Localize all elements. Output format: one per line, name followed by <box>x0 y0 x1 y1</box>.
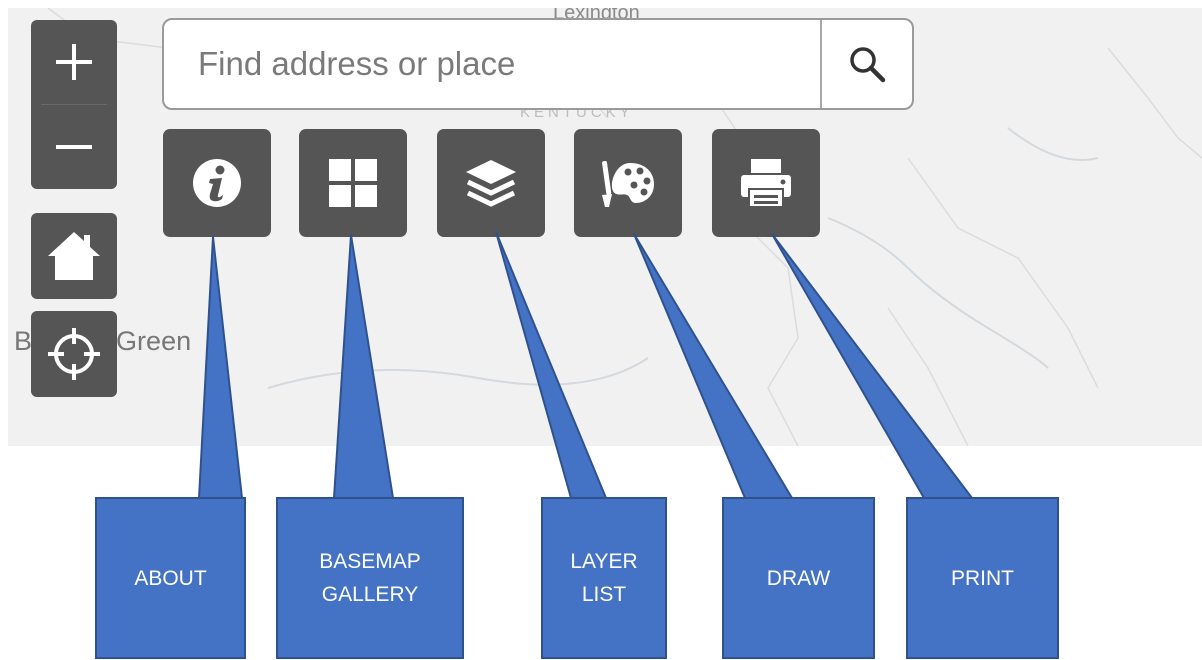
callout-layer-line: LIST <box>581 583 627 606</box>
callout-pointer-about <box>198 236 243 499</box>
callout-basemap-line: BASEMAP <box>319 550 421 573</box>
callout-layer-list: LAYER LIST <box>541 497 667 659</box>
callout-print: PRINT <box>906 497 1059 659</box>
callout-about: ABOUT <box>95 497 246 659</box>
callout-basemap-line: GALLERY <box>321 583 419 606</box>
callout-layer-line: LAYER <box>570 550 638 573</box>
callout-pointer-layer <box>495 231 607 499</box>
callout-pointer-print <box>771 233 973 499</box>
callout-print-line: PRINT <box>951 566 1014 590</box>
callout-basemap-gallery: BASEMAP GALLERY <box>276 497 464 659</box>
callout-draw: DRAW <box>722 497 875 659</box>
callout-about-line: ABOUT <box>134 566 207 590</box>
callout-pointer-draw <box>633 233 793 499</box>
callout-draw-line: DRAW <box>766 566 831 590</box>
callout-pointer-basemap <box>333 234 394 499</box>
